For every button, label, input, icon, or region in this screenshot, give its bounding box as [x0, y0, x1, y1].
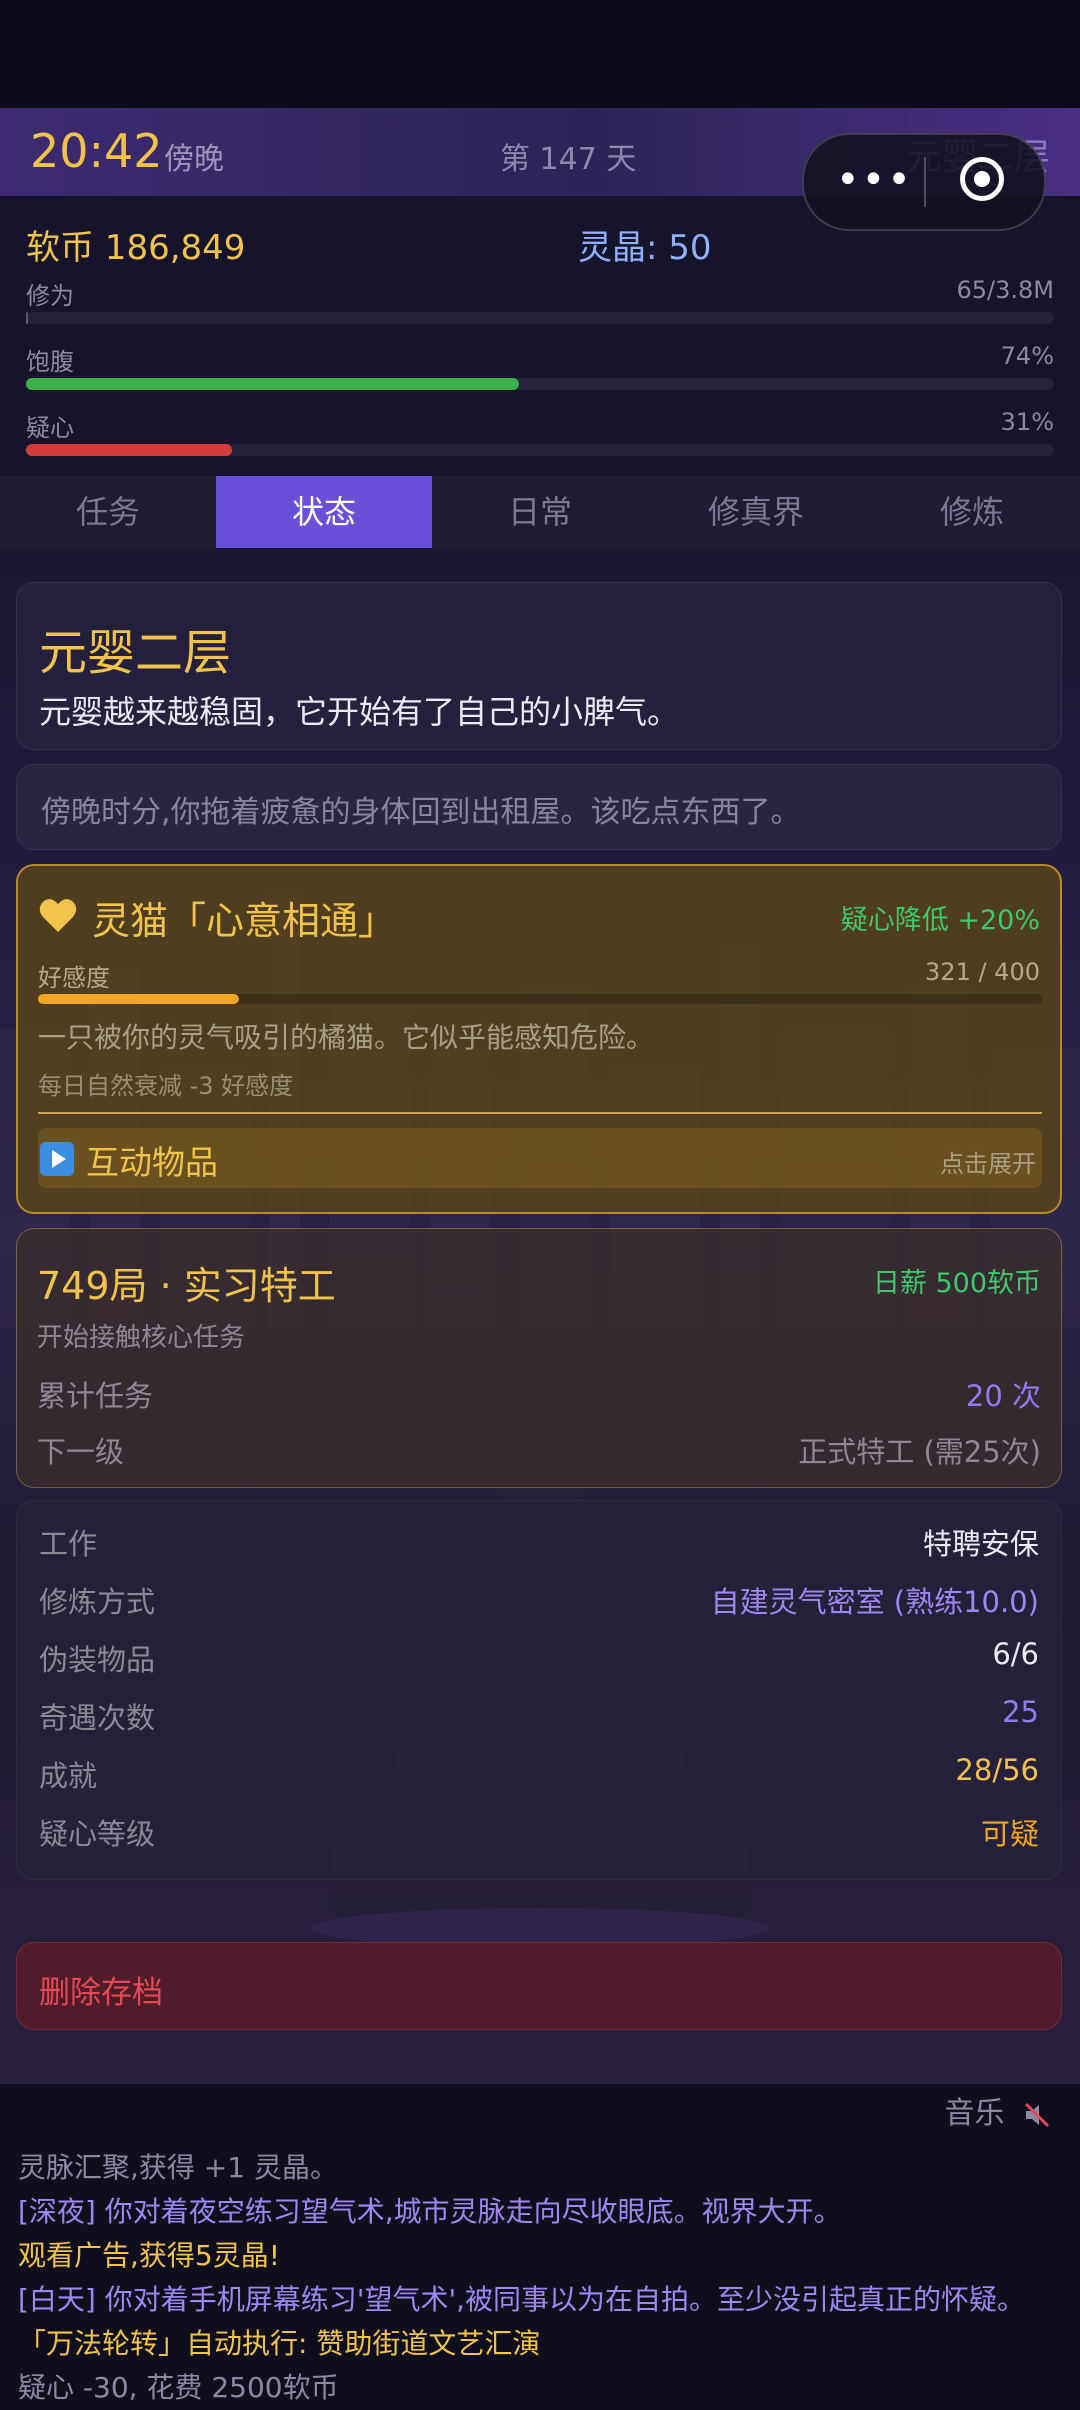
suspicion-label: 疑心: [26, 414, 74, 442]
play-icon: [40, 1142, 74, 1176]
capsule-divider: [924, 157, 926, 207]
interaction-items-label: 互动物品: [86, 1143, 218, 1182]
info-encounter-value: 25: [1002, 1695, 1039, 1729]
pet-name: 灵猫「心意相通」: [92, 899, 397, 943]
pet-bonus: 疑心降低 +20%: [840, 905, 1040, 936]
miniprogram-capsule: •••: [802, 133, 1046, 231]
delete-save-label: 删除存档: [39, 1975, 163, 2011]
affection-bar-fill: [38, 994, 239, 1004]
log-entry: 疑心 -30, 花费 2500软币: [18, 2371, 339, 2404]
info-achievement-value: 28/56: [955, 1753, 1039, 1787]
cultivation-bar: [26, 312, 1054, 324]
coin-balance: 软币 186,849: [26, 228, 246, 268]
tab-daily[interactable]: 日常: [432, 476, 648, 548]
total-tasks-label: 累计任务: [37, 1379, 154, 1413]
info-job-label: 工作: [39, 1527, 98, 1561]
heart-icon: [39, 899, 77, 932]
tab-status[interactable]: 状态: [216, 476, 432, 548]
music-toggle[interactable]: 音乐: [944, 2088, 1052, 2132]
tab-cultivation-world[interactable]: 修真界: [648, 476, 864, 548]
cultivation-bar-fill: [26, 312, 29, 324]
music-label: 音乐: [944, 2096, 1005, 2131]
job-subtitle: 开始接触核心任务: [37, 1323, 246, 1353]
more-icon[interactable]: •••: [836, 157, 913, 203]
info-disguise-label: 伪装物品: [39, 1643, 156, 1677]
info-disguise-value: 6/6: [992, 1637, 1039, 1671]
cultivation-label: 修为: [26, 282, 74, 310]
log-entry: 灵脉汇聚,获得 +1 灵晶。: [18, 2151, 338, 2184]
event-message-card: 傍晚时分,你拖着疲惫的身体回到出租屋。该吃点东西了。: [16, 764, 1062, 850]
suspicion-value: 31%: [1000, 408, 1054, 436]
close-target-icon[interactable]: [960, 157, 1004, 201]
affection-value: 321 / 400: [925, 958, 1040, 986]
status-info-card: 工作 特聘安保 修炼方式 自建灵气密室 (熟练10.0) 伪装物品 6/6 奇遇…: [16, 1500, 1062, 1880]
pet-card: 灵猫「心意相通」 疑心降低 +20% 好感度 321 / 400 一只被你的灵气…: [16, 864, 1062, 1214]
event-log: 灵脉汇聚,获得 +1 灵晶。 [深夜] 你对着夜空练习望气术,城市灵脉走向尽收眼…: [18, 2146, 1068, 2410]
interaction-items-toggle[interactable]: 互动物品 点击展开: [38, 1128, 1042, 1188]
job-title: 749局 · 实习特工: [37, 1264, 336, 1308]
clock-time: 20:42: [30, 124, 163, 178]
info-suspicion-label: 疑心等级: [39, 1817, 156, 1851]
job-salary: 日薪 500软币: [872, 1268, 1041, 1299]
info-achievement-label: 成就: [39, 1759, 98, 1793]
expand-hint: 点击展开: [940, 1150, 1036, 1178]
pet-card-divider: [38, 1112, 1042, 1114]
event-message: 傍晚时分,你拖着疲惫的身体回到出租屋。该吃点东西了。: [41, 795, 801, 830]
time-of-day: 傍晚: [164, 142, 224, 177]
delete-save-button[interactable]: 删除存档: [16, 1942, 1062, 2030]
satiety-value: 74%: [1000, 342, 1054, 370]
realm-card: 元婴二层 元婴越来越稳固，它开始有了自己的小脾气。: [16, 582, 1062, 750]
realm-description: 元婴越来越稳固，它开始有了自己的小脾气。: [39, 693, 680, 731]
job-card: 749局 · 实习特工 日薪 500软币 开始接触核心任务 累计任务 20 次 …: [16, 1228, 1062, 1488]
pet-description: 一只被你的灵气吸引的橘猫。它似乎能感知危险。: [38, 1021, 655, 1054]
speaker-muted-icon: [1024, 2102, 1050, 2127]
crystal-balance: 灵晶: 50: [578, 228, 712, 268]
main-tabs: 任务 状态 日常 修真界 修炼: [0, 476, 1080, 548]
total-tasks-value: 20 次: [965, 1379, 1041, 1413]
info-method-label: 修炼方式: [39, 1585, 156, 1619]
log-entry: 「万法轮转」自动执行: 赞助街道文艺汇演: [18, 2327, 541, 2360]
satiety-bar: [26, 378, 1054, 390]
suspicion-bar-fill: [26, 444, 232, 456]
log-entry: [深夜] 你对着夜空练习望气术,城市灵脉走向尽收眼底。视界大开。: [18, 2195, 842, 2228]
satiety-bar-fill: [26, 378, 520, 390]
affection-decay-note: 每日自然衰减 -3 好感度: [38, 1072, 294, 1100]
day-counter: 第 147 天: [500, 142, 637, 177]
tab-training[interactable]: 修炼: [864, 476, 1080, 548]
tab-tasks[interactable]: 任务: [0, 476, 216, 548]
info-suspicion-value: 可疑: [980, 1817, 1039, 1851]
realm-title: 元婴二层: [39, 625, 232, 681]
top-band: [0, 0, 1080, 108]
affection-bar: [38, 994, 1042, 1004]
affection-label: 好感度: [38, 964, 110, 992]
satiety-label: 饱腹: [26, 348, 74, 376]
log-entry: 观看广告,获得5灵晶!: [18, 2239, 280, 2272]
next-level-label: 下一级: [37, 1435, 125, 1469]
log-entry: [白天] 你对着手机屏幕练习'望气术',被同事以为在自拍。至少没引起真正的怀疑。: [18, 2283, 1026, 2316]
next-level-value: 正式特工 (需25次): [798, 1435, 1041, 1469]
info-encounter-label: 奇遇次数: [39, 1701, 156, 1735]
suspicion-bar: [26, 444, 1054, 456]
stats-panel: 软币 186,849 灵晶: 50 修为 65/3.8M 饱腹 74% 疑心 3…: [0, 196, 1080, 476]
info-method-value: 自建灵气密室 (熟练10.0): [710, 1585, 1039, 1619]
info-job-value: 特聘安保: [922, 1527, 1039, 1561]
cultivation-value: 65/3.8M: [956, 276, 1055, 304]
